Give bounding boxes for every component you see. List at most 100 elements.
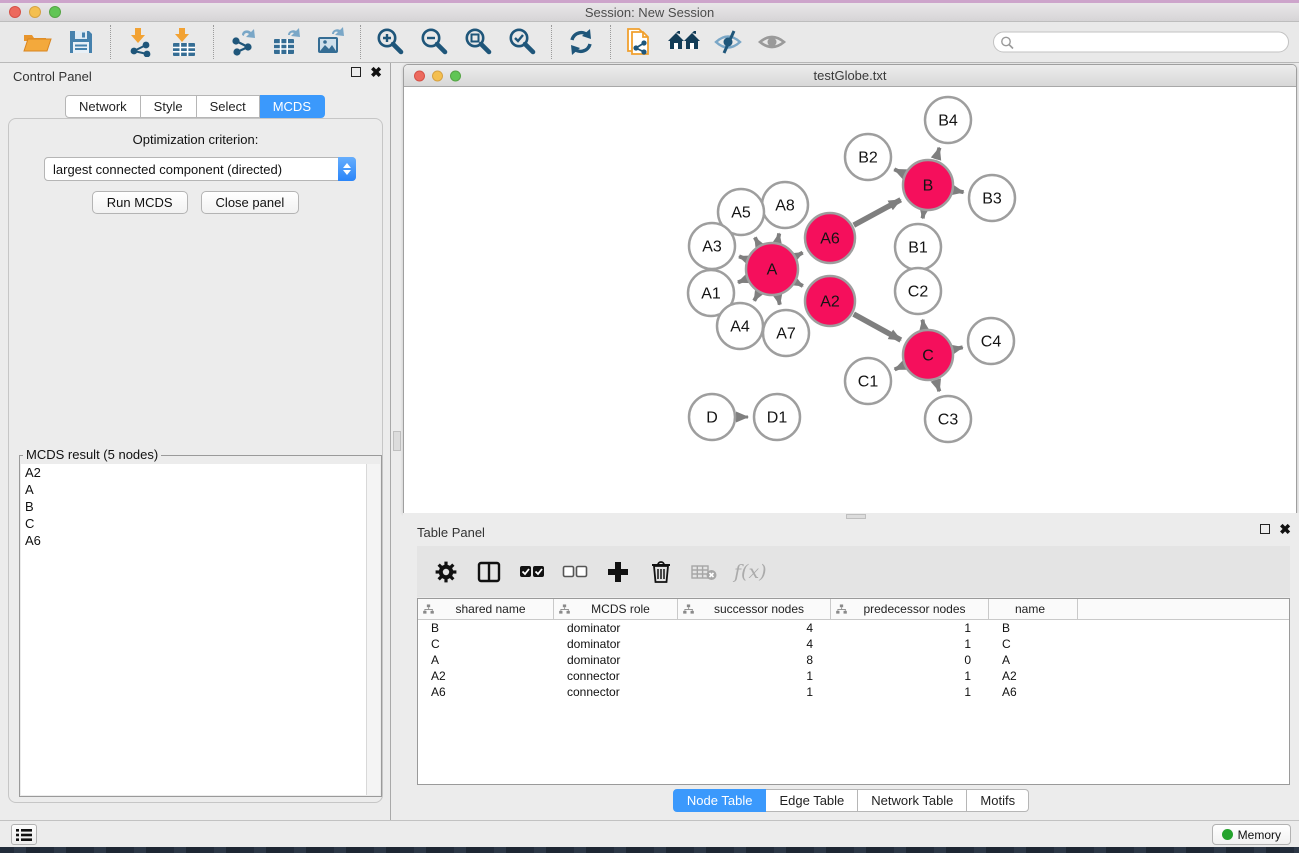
table-cell[interactable]: C [418,637,554,651]
edge-C-C4[interactable] [954,347,962,349]
network-canvas[interactable]: B4B2BB3A8A5A6A3B1AC2A1A2A4A7C4CC1DD1C3 [404,87,1296,513]
table-row[interactable]: A6connector11A6 [418,684,1289,700]
edge-A-A7[interactable] [778,296,780,304]
export-table-icon[interactable] [270,27,304,57]
edge-A-A2[interactable] [797,283,803,286]
table-row[interactable]: Bdominator41B [418,620,1289,636]
horizontal-splitter[interactable] [403,513,1299,520]
splitter-grip-icon[interactable] [846,514,866,519]
network-zoom-icon[interactable] [450,70,461,81]
table-cell[interactable]: 1 [678,685,831,699]
tab-select[interactable]: Select [197,95,260,118]
edge-A-A1[interactable] [738,279,746,282]
import-network-icon[interactable] [123,27,157,57]
table-cell[interactable]: dominator [554,621,678,635]
edge-B-B2[interactable] [894,169,903,173]
table-cell[interactable]: A [418,653,554,667]
node-table[interactable]: shared nameMCDS rolesuccessor nodesprede… [417,598,1290,785]
table-cell[interactable]: 8 [678,653,831,667]
edge-B-B1[interactable] [923,212,924,219]
tab-node-table[interactable]: Node Table [673,789,767,812]
memory-button[interactable]: Memory [1212,824,1291,845]
node-B1[interactable]: B1 [895,224,941,270]
node-C[interactable]: C [903,330,953,380]
table-cell[interactable]: dominator [554,653,678,667]
edge-A-A6[interactable] [797,253,803,256]
mcds-result-item[interactable]: B [21,498,366,515]
table-cell[interactable]: 1 [831,637,989,651]
close-panel-button[interactable]: Close panel [201,191,300,214]
columns-icon[interactable] [476,557,502,587]
export-image-icon[interactable] [314,27,348,57]
save-icon[interactable] [64,27,98,57]
export-network-icon[interactable] [226,27,260,57]
vertical-splitter[interactable] [392,63,403,820]
node-D1[interactable]: D1 [754,394,800,440]
table-cell[interactable]: 1 [831,685,989,699]
tab-mcds[interactable]: MCDS [260,95,325,118]
minimize-window-icon[interactable] [29,6,41,18]
mcds-result-scrollbar[interactable] [366,464,380,795]
table-cell[interactable]: connector [554,685,678,699]
column-header-successor-nodes[interactable]: successor nodes [678,599,831,619]
table-row[interactable]: Cdominator41C [418,636,1289,652]
zoom-in-icon[interactable] [373,27,407,57]
delete-icon[interactable] [648,557,674,587]
table-cell[interactable]: 4 [678,637,831,651]
search-input[interactable] [1018,34,1288,50]
mcds-result-item[interactable]: A2 [21,464,366,481]
node-C1[interactable]: C1 [845,358,891,404]
column-header-MCDS-role[interactable]: MCDS role [554,599,678,619]
tab-network-table[interactable]: Network Table [858,789,967,812]
network-window-titlebar[interactable]: testGlobe.txt [404,65,1296,87]
edge-A2-C[interactable] [854,314,901,340]
network-close-icon[interactable] [414,70,425,81]
open-folder-icon[interactable] [20,27,54,57]
network-minimize-icon[interactable] [432,70,443,81]
node-A3[interactable]: A3 [689,223,735,269]
zoom-window-icon[interactable] [49,6,61,18]
close-table-panel-icon[interactable]: ✖ [1279,524,1291,534]
table-cell[interactable]: connector [554,669,678,683]
optimization-dropdown[interactable]: largest connected component (directed) [44,157,356,181]
mcds-result-item[interactable]: A6 [21,532,366,549]
node-A8[interactable]: A8 [762,182,808,228]
mcds-result-item[interactable]: A [21,481,366,498]
node-C3[interactable]: C3 [925,396,971,442]
close-panel-icon[interactable]: ✖ [370,67,382,77]
close-window-icon[interactable] [9,6,21,18]
edge-A-A3[interactable] [739,256,746,259]
table-cell[interactable]: 1 [831,669,989,683]
node-B[interactable]: B [903,160,953,210]
table-cell[interactable]: A6 [989,685,1078,699]
node-C2[interactable]: C2 [895,268,941,314]
edge-A-A5[interactable] [755,237,759,244]
node-B3[interactable]: B3 [969,175,1015,221]
node-B2[interactable]: B2 [845,134,891,180]
refresh-icon[interactable] [564,27,598,57]
edge-A-A8[interactable] [778,233,780,241]
unselect-all-icon[interactable] [562,557,588,587]
node-C4[interactable]: C4 [968,318,1014,364]
zoom-out-icon[interactable] [417,27,451,57]
gear-icon[interactable] [433,557,459,587]
table-cell[interactable]: A [989,653,1078,667]
tab-edge-table[interactable]: Edge Table [766,789,858,812]
edge-A-A4[interactable] [754,293,758,300]
splitter-grip-icon[interactable] [393,431,401,451]
column-header-predecessor-nodes[interactable]: predecessor nodes [831,599,989,619]
edge-B-B4[interactable] [936,148,940,159]
node-A6[interactable]: A6 [805,213,855,263]
zoom-selected-icon[interactable] [505,27,539,57]
table-cell[interactable]: 1 [831,621,989,635]
add-icon[interactable] [605,557,631,587]
edge-A6-B[interactable] [854,200,901,225]
node-A2[interactable]: A2 [805,276,855,326]
hide-details-icon[interactable] [711,27,745,57]
function-builder-button[interactable]: f(x) [734,561,767,583]
table-cell[interactable]: 0 [831,653,989,667]
table-cell[interactable]: dominator [554,637,678,651]
new-network-icon[interactable] [623,27,657,57]
column-header-shared-name[interactable]: shared name [418,599,554,619]
tab-network[interactable]: Network [65,95,141,118]
